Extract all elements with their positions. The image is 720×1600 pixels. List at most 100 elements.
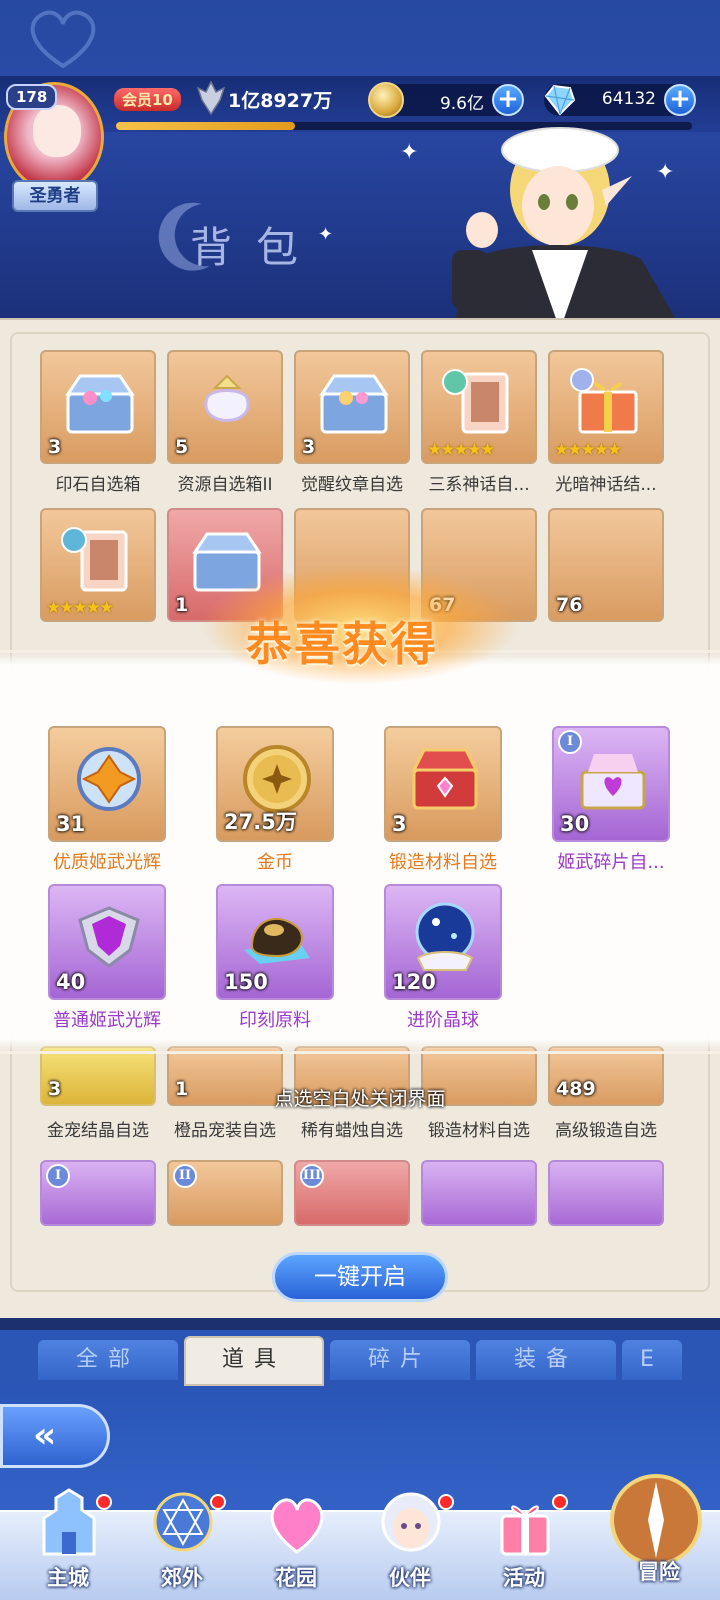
inventory-slot[interactable]: II (167, 1160, 283, 1226)
reward-item-slot[interactable]: 27.5万 (216, 726, 334, 842)
add-gem-button[interactable]: + (664, 84, 696, 116)
reward-item-slot[interactable]: I 30 (552, 726, 670, 842)
reward-item-count: 120 (392, 970, 436, 994)
item-label: 觉醒纹章自选 (301, 475, 403, 495)
nav-main-city[interactable]: 主城 (18, 1488, 118, 1598)
character-face-icon (381, 1492, 441, 1552)
close-hint-text[interactable]: 点选空白处关闭界面 (0, 1084, 720, 1111)
crystal-orb-icon (415, 902, 475, 971)
reward-item-label: 金币 (257, 852, 293, 873)
reward-item-label: 优质姬武光辉 (53, 852, 161, 873)
reward-item-count: 30 (560, 812, 590, 836)
inventory-tabs: 全部 道具 碎片 装备 E (0, 1330, 720, 1390)
reward-item-count: 31 (56, 812, 86, 836)
nav-label: 郊外 (161, 1566, 203, 1590)
inventory-slot[interactable] (548, 1160, 664, 1226)
reward-item-count: 40 (56, 970, 86, 994)
treasure-chest-icon (65, 374, 135, 434)
tab-fragments[interactable]: 碎片 (330, 1340, 470, 1380)
inventory-slot[interactable] (421, 1160, 537, 1226)
ore-stone-icon (244, 917, 310, 964)
inventory-slot[interactable]: 3 (40, 350, 156, 464)
gift-box-icon (570, 368, 638, 434)
item-label: 橙品宠装自选 (174, 1121, 276, 1141)
item-label: 高级锻造自选 (555, 1121, 657, 1141)
purple-gem-emblem-icon (78, 906, 140, 968)
purple-chest-icon (580, 754, 646, 810)
open-all-button[interactable]: 一键开启 (272, 1252, 448, 1302)
item-label: 稀有蜡烛自选 (301, 1121, 403, 1141)
reward-item-slot[interactable]: 150 (216, 884, 334, 1000)
inventory-slot[interactable]: 3 (294, 350, 410, 464)
back-button[interactable]: « (0, 1404, 110, 1468)
item-label: 三系神话自... (428, 475, 530, 495)
inventory-slot[interactable]: ★★★★★ (421, 350, 537, 464)
inventory-slot[interactable]: 76 (548, 508, 664, 622)
back-arrow-icon: « (33, 1415, 57, 1456)
reward-item-count: 150 (224, 970, 268, 994)
item-count: 5 (175, 436, 189, 458)
item-label: 光暗神话结... (555, 475, 657, 495)
magic-circle-icon (153, 1492, 213, 1552)
item-label: 资源自选箱II (177, 475, 273, 495)
gold-currency: 9.6亿 + (368, 82, 524, 118)
gem-amount: 64132 (601, 89, 656, 109)
red-treasure-chest-icon (411, 748, 479, 810)
nav-label: 花园 (275, 1566, 317, 1590)
tier-badge: I (46, 1164, 70, 1188)
reward-item-label: 印刻原料 (239, 1010, 311, 1031)
reward-item-label: 锻造材料自选 (389, 852, 497, 873)
resource-bag-icon (204, 374, 250, 422)
reward-item-count: 3 (392, 812, 407, 836)
inventory-slot[interactable]: I (40, 1160, 156, 1226)
nav-adventure[interactable]: 冒险 (604, 1472, 714, 1592)
inventory-slot[interactable]: III (294, 1160, 410, 1226)
nav-label: 冒险 (638, 1560, 680, 1584)
gem-currency: 64132 + (544, 84, 696, 116)
tab-equipment[interactable]: 装备 (476, 1340, 616, 1380)
sparkle-icon: ✦ (318, 224, 334, 245)
heart-icon (270, 1498, 324, 1554)
inventory-slot[interactable]: ★★★★★ (40, 508, 156, 622)
tier-badge: III (300, 1164, 324, 1188)
compass-icon (610, 1474, 702, 1566)
vip-badge[interactable]: 会员10 (114, 88, 181, 111)
inventory-slot[interactable]: ★★★★★ (548, 350, 664, 464)
player-title-plate: 圣勇者 (12, 180, 98, 212)
player-level-badge: 178 (6, 84, 58, 110)
reward-item-slot[interactable]: 40 (48, 884, 166, 1000)
nav-events[interactable]: 活动 (474, 1488, 574, 1598)
item-count: 76 (556, 594, 583, 616)
reward-item-slot[interactable]: 31 (48, 726, 166, 842)
add-gold-button[interactable]: + (492, 84, 524, 116)
card-icon (442, 369, 509, 434)
star-rating: ★★★★★ (427, 440, 495, 460)
diamond-gem-icon (544, 84, 576, 116)
nav-partner[interactable]: 伙伴 (360, 1488, 460, 1598)
tab-more[interactable]: E (622, 1340, 682, 1380)
combat-power-value: 1亿8927万 (228, 90, 333, 112)
card-icon (61, 527, 128, 592)
page-title: 背包 (190, 223, 323, 272)
star-rating: ★★★★★ (46, 598, 114, 618)
item-count: 3 (302, 436, 316, 458)
reward-item-slot[interactable]: 3 (384, 726, 502, 842)
nav-label: 伙伴 (389, 1566, 431, 1590)
nav-outskirts[interactable]: 郊外 (132, 1488, 232, 1598)
treasure-chest-icon (319, 374, 389, 434)
reward-item-label: 普通姬武光辉 (53, 1010, 161, 1031)
reward-item-slot[interactable]: 120 (384, 884, 502, 1000)
notification-dot (210, 1494, 226, 1510)
inventory-slot[interactable]: 5 (167, 350, 283, 464)
tab-items[interactable]: 道具 (184, 1336, 324, 1386)
star-rating: ★★★★★ (554, 440, 622, 460)
notification-dot (552, 1494, 568, 1510)
nav-label: 主城 (47, 1566, 89, 1590)
tab-all[interactable]: 全部 (38, 1340, 178, 1380)
reward-item-label: 进阶晶球 (407, 1010, 479, 1031)
gold-coin-icon (243, 745, 311, 813)
sparkle-icon: ✦ (656, 160, 675, 185)
nav-label: 活动 (503, 1566, 545, 1590)
gold-coin-icon (368, 82, 404, 118)
nav-garden[interactable]: 花园 (246, 1488, 346, 1598)
